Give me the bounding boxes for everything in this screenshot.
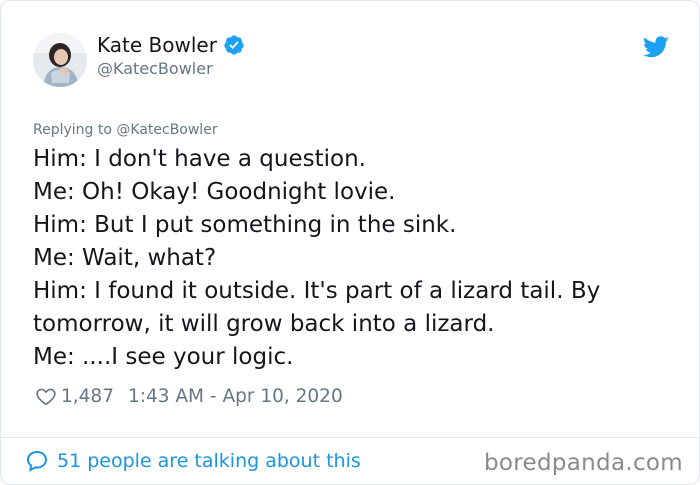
like-count[interactable]: 1,487 xyxy=(61,386,114,407)
conversation-count-label[interactable]: 51 people are talking about this xyxy=(57,450,361,472)
divider xyxy=(1,437,699,438)
replying-to[interactable]: Replying to @KatecBowler xyxy=(33,122,218,138)
twitter-bird-icon[interactable] xyxy=(643,36,669,58)
author-name-row[interactable]: Kate Bowler xyxy=(97,33,245,57)
verified-badge-icon xyxy=(223,34,245,56)
avatar[interactable] xyxy=(33,33,87,87)
tweet-line: Him: But I put something in the sink. xyxy=(33,212,457,238)
conversation-link[interactable]: 51 people are talking about this xyxy=(25,449,361,473)
tweet-meta: 1,487 1:43 AM - Apr 10, 2020 xyxy=(35,385,343,407)
tweet-line: Me: Wait, what? xyxy=(33,245,217,271)
boredpanda-watermark: boredpanda.com xyxy=(484,450,683,476)
tweet-line: Me: ....I see your logic. xyxy=(33,344,294,370)
author-name[interactable]: Kate Bowler xyxy=(97,33,217,57)
tweet-timestamp[interactable]: 1:43 AM - Apr 10, 2020 xyxy=(128,386,343,407)
tweet-text: Him: I don't have a question. Me: Oh! Ok… xyxy=(33,143,673,374)
tweet-line: Him: I don't have a question. xyxy=(33,146,366,172)
tweet-line: tomorrow, it will grow back into a lizar… xyxy=(33,311,495,337)
tweet-line: Him: I found it outside. It's part of a … xyxy=(33,278,601,304)
tweet-card: Kate Bowler @KatecBowler Replying to @Ka… xyxy=(0,0,700,485)
heart-icon[interactable] xyxy=(35,385,57,407)
author-handle[interactable]: @KatecBowler xyxy=(97,59,213,78)
reply-bubble-icon xyxy=(26,450,48,472)
tweet-line: Me: Oh! Okay! Goodnight lovie. xyxy=(33,179,396,205)
